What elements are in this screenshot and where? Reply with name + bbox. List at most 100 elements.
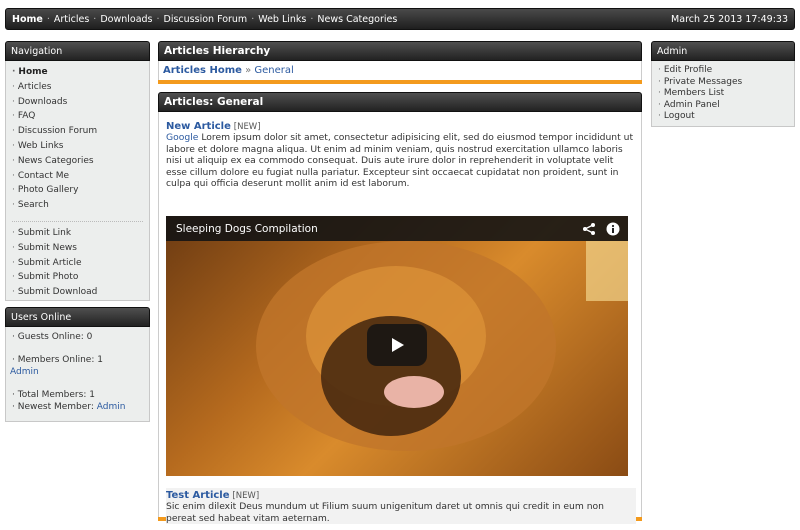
play-icon [392, 338, 404, 352]
datetime: March 25 2013 17:49:33 [671, 13, 788, 25]
bullet-icon: · [12, 272, 15, 283]
nav-item-label: Submit News [17, 242, 77, 253]
top-nav-links: Home · Articles · Downloads · Discussion… [12, 14, 397, 25]
members-online: · Members Online: 1 [10, 354, 145, 367]
top-nav-articles[interactable]: Articles [54, 14, 89, 25]
bullet-icon: · [12, 200, 15, 211]
online-member-link[interactable]: Admin [10, 366, 145, 379]
article-item: New Article [NEW] Google Lorem ipsum dol… [166, 121, 636, 190]
admin-title: Admin [651, 41, 795, 61]
nav-item-home[interactable]: · Home [6, 65, 149, 80]
bullet-icon: · [12, 96, 15, 107]
info-icon[interactable] [606, 222, 620, 236]
admin-item-private-messages[interactable]: · Private Messages [652, 77, 794, 89]
breadcrumb-articles-home[interactable]: Articles Home [163, 65, 242, 76]
guests-online: · Guests Online: 0 [10, 331, 145, 344]
nav-item-label: Web Links [17, 140, 64, 151]
nav-item-search[interactable]: · Search [6, 198, 149, 213]
bullet-icon: · [12, 81, 15, 92]
video-player[interactable]: Sleeping Dogs Compilation [166, 216, 628, 476]
share-icon[interactable] [582, 222, 596, 236]
article-item: Test Article [NEW] Sic enim dilexit Deus… [166, 488, 636, 525]
bullet-icon: · [12, 287, 15, 298]
nav-item-label: Contact Me [17, 170, 70, 181]
nav-item-submit-news[interactable]: · Submit News [6, 241, 149, 256]
top-nav-news-categories[interactable]: News Categories [317, 14, 397, 25]
separator-dot: · [156, 13, 160, 25]
bullet-icon: · [12, 242, 15, 253]
hierarchy-panel: Articles Hierarchy Articles Home » Gener… [158, 41, 642, 84]
admin-item-edit-profile[interactable]: · Edit Profile [652, 65, 794, 77]
article-body-text: Lorem ipsum dolor sit amet, consectetur … [166, 132, 634, 190]
nav-item-submit-download[interactable]: · Submit Download [6, 285, 149, 300]
bullet-icon: · [12, 257, 15, 268]
nav-item-submit-link[interactable]: · Submit Link [6, 226, 149, 241]
newest-member-label: Newest Member: [17, 402, 94, 412]
nav-item-submit-article[interactable]: · Submit Article [6, 256, 149, 271]
nav-item-label: Submit Link [17, 227, 72, 238]
submit-list: · Submit Link · Submit News · Submit Articl… [6, 226, 149, 304]
navigation-title: Navigation [5, 41, 150, 61]
article-header: Test Article [NEW] [166, 490, 636, 501]
members-online-text: Members Online: 1 [17, 354, 103, 365]
bullet-icon: · [12, 227, 15, 238]
top-nav-forum[interactable]: Discussion Forum [164, 14, 248, 25]
nav-item-label: Photo Gallery [17, 185, 79, 196]
nav-item-articles[interactable]: · Articles [6, 80, 149, 95]
new-badge: [NEW] [232, 491, 260, 501]
nav-item-label: News Categories [17, 155, 94, 166]
bullet-icon: · [658, 65, 661, 75]
nav-item-label: Search [17, 200, 49, 211]
admin-item-label: Admin Panel [663, 99, 720, 110]
video-title[interactable]: Sleeping Dogs Compilation [176, 223, 318, 235]
article-title-link[interactable]: Test Article [166, 490, 230, 501]
bullet-icon: · [658, 76, 661, 87]
total-members: · Total Members: 1 [10, 389, 145, 402]
admin-body: · Edit Profile · Private Messages · Members… [651, 61, 795, 127]
admin-item-admin-panel[interactable]: · Admin Panel [652, 100, 794, 112]
articles-body: New Article [NEW] Google Lorem ipsum dol… [158, 112, 642, 525]
separator-dot: · [46, 13, 50, 25]
top-nav-home[interactable]: Home [12, 14, 43, 25]
nav-item-contact[interactable]: · Contact Me [6, 169, 149, 184]
admin-panel: Admin · Edit Profile · Private Messages · M… [651, 41, 795, 127]
top-nav-web-links[interactable]: Web Links [258, 14, 306, 25]
nav-item-web-links[interactable]: · Web Links [6, 139, 149, 154]
breadcrumb-current[interactable]: General [254, 65, 293, 76]
nav-item-news-categories[interactable]: · News Categories [6, 154, 149, 169]
breadcrumb: Articles Home » General [158, 61, 642, 80]
article-title-link[interactable]: New Article [166, 121, 231, 132]
separator-dot: · [310, 13, 314, 25]
admin-item-members-list[interactable]: · Members List [652, 88, 794, 100]
article-text: Google Lorem ipsum dolor sit amet, conse… [166, 132, 636, 190]
nav-item-label: FAQ [17, 111, 36, 122]
total-members-text: Total Members: 1 [17, 389, 95, 400]
users-online-body: · Guests Online: 0 · Members Online: 1 A… [5, 327, 150, 422]
top-nav-downloads[interactable]: Downloads [100, 14, 152, 25]
nav-item-label: Submit Photo [17, 272, 79, 283]
bullet-icon: · [12, 111, 15, 122]
articles-panel: Articles: General New Article [NEW] Goog… [158, 92, 642, 525]
separator-dot: · [93, 13, 97, 25]
nav-item-faq[interactable]: · FAQ [6, 109, 149, 124]
users-online-title: Users Online [5, 307, 150, 327]
play-button[interactable] [367, 324, 427, 366]
nav-item-label: Articles [17, 81, 52, 92]
thumb-shape [586, 241, 628, 301]
bullet-icon: · [12, 185, 15, 196]
admin-item-label: Members List [663, 88, 725, 98]
newest-member-link[interactable]: Admin [97, 402, 126, 412]
bullet-icon: · [658, 88, 661, 98]
nav-item-photo-gallery[interactable]: · Photo Gallery [6, 183, 149, 198]
divider [12, 220, 143, 222]
nav-item-submit-photo[interactable]: · Submit Photo [6, 270, 149, 285]
google-link[interactable]: Google [166, 132, 198, 143]
orange-bar [158, 80, 642, 84]
nav-item-forum[interactable]: · Discussion Forum [6, 124, 149, 139]
admin-list: · Edit Profile · Private Messages · Members… [652, 65, 794, 123]
admin-item-logout[interactable]: · Logout [652, 111, 794, 123]
nav-item-downloads[interactable]: · Downloads [6, 95, 149, 110]
hierarchy-title: Articles Hierarchy [158, 41, 642, 61]
bullet-icon: · [12, 67, 16, 77]
